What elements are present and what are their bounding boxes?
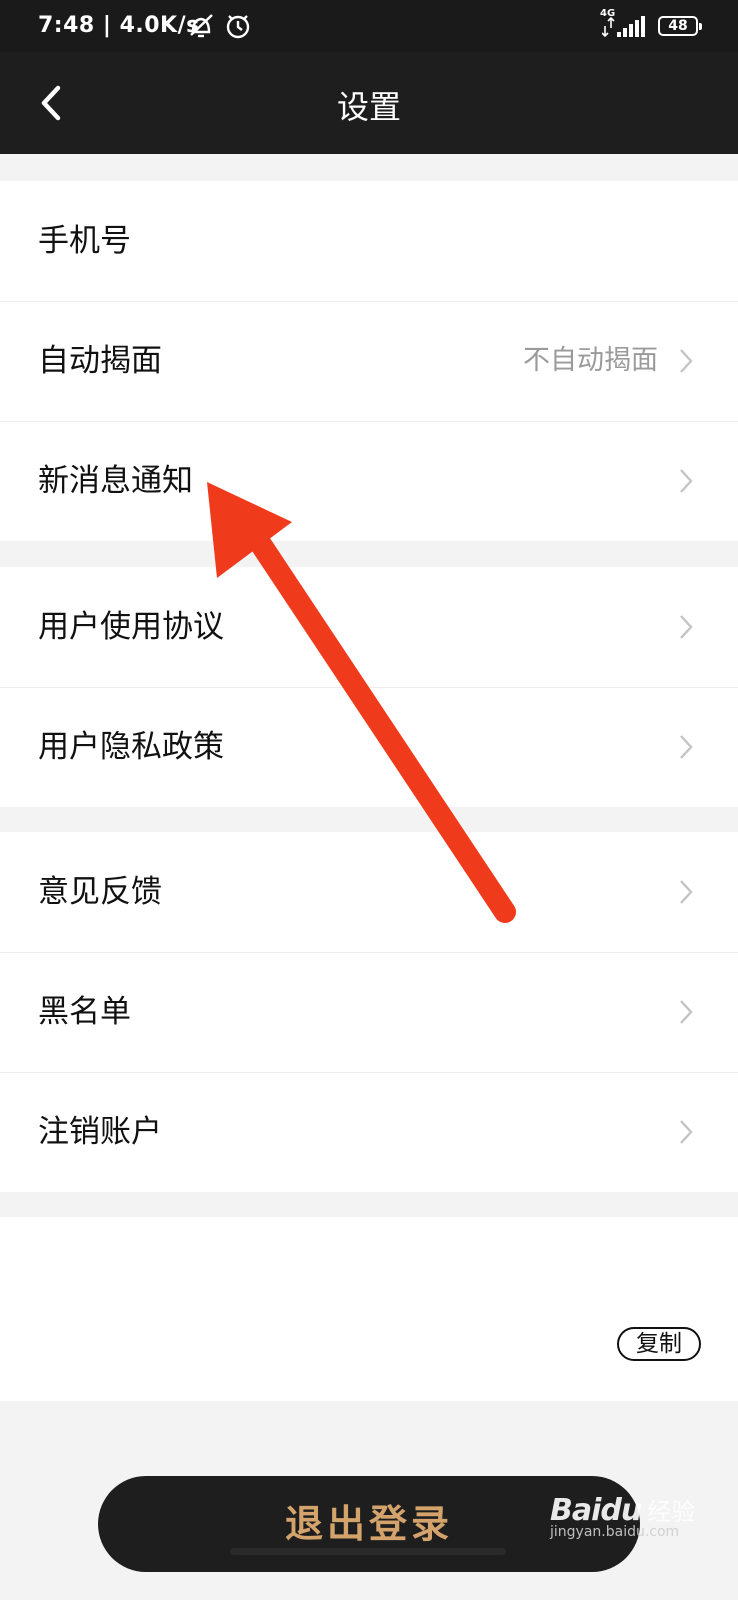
watermark-url: jingyan.baidu.com: [550, 1524, 680, 1540]
settings-row-notifications[interactable]: 新消息通知: [0, 421, 738, 541]
settings-group-misc: 意见反馈 黑名单 注销账户: [0, 832, 738, 1192]
row-label: 注销账户: [38, 1114, 162, 1150]
settings-row-feedback[interactable]: 意见反馈: [0, 832, 738, 952]
settings-row-auto-unmask[interactable]: 自动揭面 不自动揭面: [0, 301, 738, 421]
status-right: 4G 48: [600, 8, 702, 38]
watermark-sub: 经验: [647, 1498, 696, 1526]
row-label: 用户使用协议: [38, 609, 224, 645]
alarm-icon: [226, 15, 250, 39]
nav-bar: 设置: [0, 52, 738, 154]
row-label: 自动揭面: [38, 343, 162, 379]
home-indicator: [230, 1548, 506, 1555]
copy-button[interactable]: 复制: [617, 1327, 701, 1361]
settings-group-account: 手机号 自动揭面 不自动揭面 新消息通知: [0, 181, 738, 541]
signal-icon: 4G: [600, 8, 648, 38]
chevron-right-icon: [680, 349, 693, 373]
chevron-right-icon: [680, 1120, 693, 1144]
network-type: 4G: [600, 8, 616, 19]
chevron-right-icon: [680, 735, 693, 759]
settings-row-delete-account[interactable]: 注销账户: [0, 1072, 738, 1192]
row-label: 黑名单: [38, 994, 131, 1030]
status-bar: 7:48 | 4.0K/s 4G 48: [0, 0, 738, 52]
status-icons-left: [188, 12, 254, 44]
status-time: 7:48 | 4.0K/s: [38, 13, 200, 38]
watermark-brand: Baidu: [550, 1493, 642, 1528]
settings-row-user-agreement[interactable]: 用户使用协议: [0, 567, 738, 687]
mute-icon: [190, 14, 213, 38]
row-label: 意见反馈: [38, 874, 162, 910]
info-card: 复制: [0, 1217, 738, 1401]
chevron-right-icon: [680, 880, 693, 904]
row-label: 用户隐私政策: [38, 729, 224, 765]
row-label: 新消息通知: [38, 463, 193, 499]
page-title: 设置: [336, 88, 401, 126]
chevron-right-icon: [680, 615, 693, 639]
settings-group-legal: 用户使用协议 用户隐私政策: [0, 567, 738, 807]
settings-row-privacy-policy[interactable]: 用户隐私政策: [0, 687, 738, 807]
row-label: 手机号: [38, 223, 131, 259]
settings-row-blacklist[interactable]: 黑名单: [0, 952, 738, 1072]
chevron-right-icon: [680, 469, 693, 493]
battery-icon: 48: [658, 16, 702, 36]
baidu-watermark: Baidu 经验 jingyan.baidu.com: [550, 1492, 695, 1540]
chevron-right-icon: [680, 1000, 693, 1024]
settings-row-phone[interactable]: 手机号: [0, 181, 738, 301]
row-value: 不自动揭面: [523, 345, 658, 376]
